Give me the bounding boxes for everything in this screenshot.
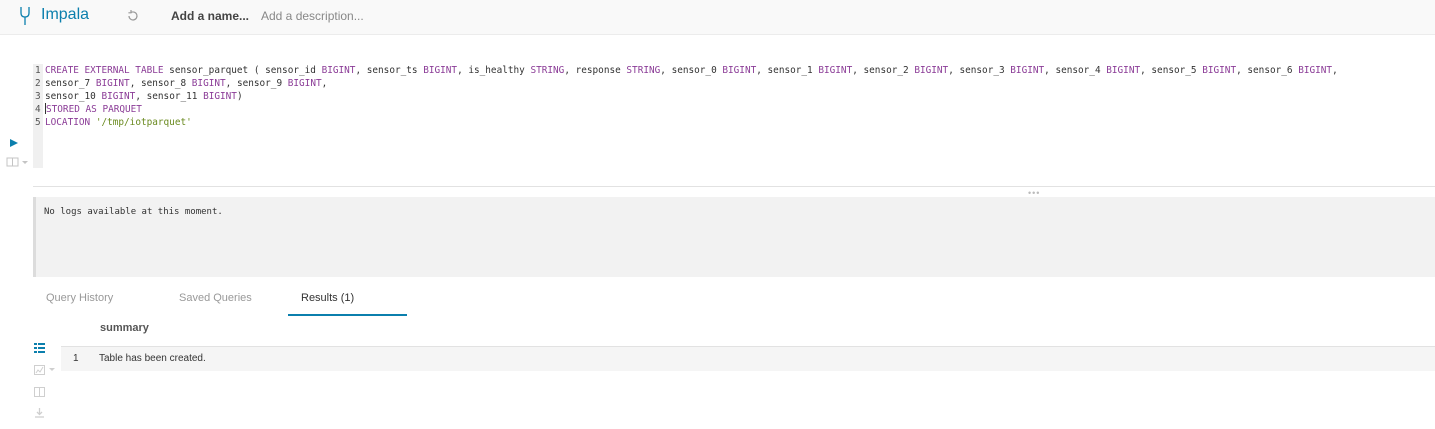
top-bar: Impala Add a name... Add a description..… <box>0 0 1435 35</box>
code-line[interactable]: 3 sensor_10 BIGINT, sensor_11 BIGINT) <box>35 90 1338 103</box>
sql-keyword: STORED AS PARQUET <box>46 104 142 115</box>
grid-icon[interactable] <box>34 340 45 358</box>
sql-text: , sensor_6 <box>1236 65 1299 76</box>
sql-keyword: BIGINT <box>722 65 757 76</box>
sql-text: ) <box>236 91 243 102</box>
active-tab-indicator <box>288 314 407 316</box>
sql-text: , <box>321 78 328 89</box>
history-icon[interactable] <box>126 9 140 28</box>
line-number: 5 <box>35 117 41 128</box>
sql-keyword: BIGINT <box>1298 65 1333 76</box>
code-line[interactable]: 4 STORED AS PARQUET <box>35 103 1338 116</box>
sql-keyword: BIGINT <box>423 65 458 76</box>
table-row: 1 Table has been created. <box>61 346 1435 371</box>
query-name-input[interactable]: Add a name... <box>171 9 249 23</box>
sql-keyword: LOCATION <box>45 117 91 128</box>
columns-icon[interactable] <box>34 384 45 402</box>
sql-keyword: BIGINT <box>1010 65 1045 76</box>
tab-saved-queries[interactable]: Saved Queries <box>179 292 252 304</box>
tab-results[interactable]: Results (1) <box>301 292 354 304</box>
play-icon[interactable] <box>9 135 19 153</box>
sql-editor[interactable]: 1 CREATE EXTERNAL TABLE sensor_parquet ( … <box>35 64 1338 129</box>
sql-string: '/tmp/iotparquet' <box>95 117 192 128</box>
sql-text: , sensor_1 <box>756 65 819 76</box>
sql-keyword: BIGINT <box>95 78 130 89</box>
line-number: 4 <box>35 104 41 115</box>
code-line[interactable]: 5 LOCATION '/tmp/iotparquet' <box>35 116 1338 129</box>
column-header-summary[interactable]: summary <box>100 322 149 334</box>
chart-icon[interactable] <box>34 362 56 380</box>
line-number: 2 <box>35 78 41 89</box>
sql-keyword: BIGINT <box>101 91 136 102</box>
query-description-input[interactable]: Add a description... <box>261 9 364 23</box>
sql-keyword: STRING <box>626 65 661 76</box>
sql-text: , sensor_ts <box>355 65 424 76</box>
sql-keyword: STRING <box>530 65 565 76</box>
sql-text: sensor_7 <box>45 78 96 89</box>
line-number: 1 <box>35 65 41 76</box>
sql-keyword: BIGINT <box>321 65 356 76</box>
sql-text: sensor_parquet ( sensor_id <box>163 65 322 76</box>
tab-query-history[interactable]: Query History <box>46 292 113 304</box>
book-icon[interactable] <box>6 155 30 173</box>
sql-text: , sensor_0 <box>660 65 723 76</box>
sql-keyword: CREATE EXTERNAL TABLE <box>45 65 164 76</box>
sql-keyword: BIGINT <box>203 91 237 102</box>
sql-text: , is_healthy <box>457 65 531 76</box>
logs-message: No logs available at this moment. <box>44 207 223 217</box>
sql-text: , sensor_4 <box>1044 65 1107 76</box>
sql-text: , sensor_3 <box>948 65 1011 76</box>
sql-text: , response <box>564 65 627 76</box>
sql-text: , sensor_11 <box>135 91 204 102</box>
download-icon[interactable] <box>34 405 45 423</box>
app-title[interactable]: Impala <box>41 6 89 24</box>
sql-text: , sensor_5 <box>1140 65 1203 76</box>
sql-keyword: BIGINT <box>818 65 853 76</box>
impala-fork-icon <box>18 6 32 31</box>
sql-keyword: BIGINT <box>914 65 949 76</box>
sql-keyword: BIGINT <box>191 78 226 89</box>
code-line[interactable]: 2 sensor_7 BIGINT, sensor_8 BIGINT, senso… <box>35 77 1338 90</box>
sql-text: , sensor_9 <box>225 78 288 89</box>
sql-text: , <box>1332 65 1338 76</box>
row-cell-summary: Table has been created. <box>99 353 206 364</box>
editor-divider <box>33 186 1435 187</box>
code-line[interactable]: 1 CREATE EXTERNAL TABLE sensor_parquet ( … <box>35 64 1338 77</box>
line-number: 3 <box>35 91 41 102</box>
sql-keyword: BIGINT <box>287 78 322 89</box>
row-number: 1 <box>73 353 79 364</box>
sql-text: sensor_10 <box>45 91 102 102</box>
sql-text: , sensor_8 <box>129 78 192 89</box>
sql-keyword: BIGINT <box>1202 65 1237 76</box>
sql-keyword: BIGINT <box>1106 65 1141 76</box>
sql-text: , sensor_2 <box>852 65 915 76</box>
logs-panel: No logs available at this moment. <box>33 197 1435 277</box>
